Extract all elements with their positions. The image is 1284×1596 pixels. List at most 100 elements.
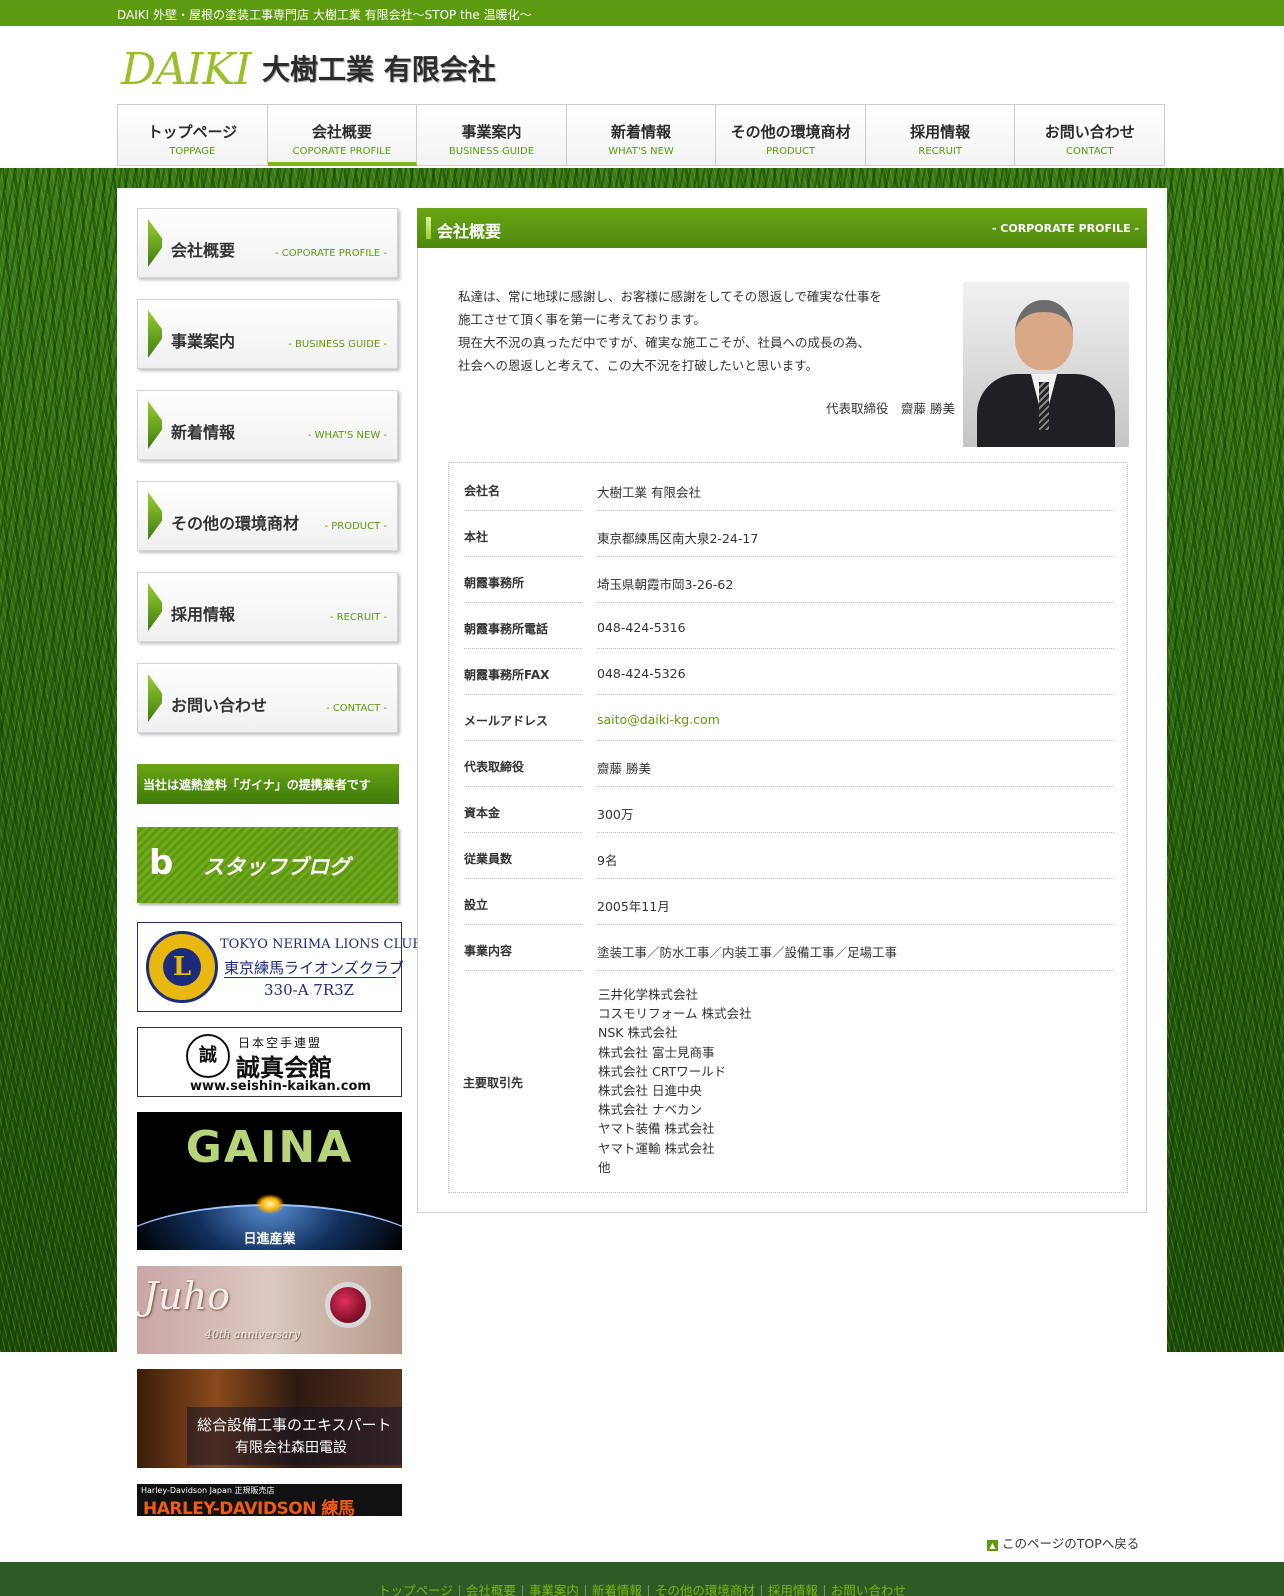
row-label: 事業内容 [464,925,581,971]
row-label: 代表取締役 [464,741,581,787]
lions-logo-icon: L [146,931,218,1003]
sidebar-item-sublabel: - RECRUIT - [329,612,387,623]
lions-district: 330-A 7R3Z [264,981,355,999]
gnav-sublabel: RECRUIT [918,146,962,157]
message-line: 現在大不況の真っただ中ですが、確実な施工こそが、社員への成長の為、 [458,335,871,350]
row-value: 9名 [597,833,1114,879]
footer-nav: トップページ 会社概要 事業案内 新着情報 その他の環境商材 採用情報 お問い合わせ [0,1583,1284,1596]
table-row: 代表取締役 齋藤 勝美 [464,741,1114,787]
gnav-item-product[interactable]: その他の環境商材 PRODUCT [716,104,866,166]
list-item: 三井化学株式会社 [598,987,699,1002]
arrow-icon [148,674,162,722]
gnav-item-news[interactable]: 新着情報 WHAT'S NEW [566,104,717,166]
row-label: 会社名 [464,465,581,511]
blog-icon: b [149,843,174,883]
gnav-label: 採用情報 [910,123,971,141]
gnav-item-company[interactable]: 会社概要 COPORATE PROFILE [267,104,418,166]
gnav-sublabel: BUSINESS GUIDE [448,146,535,157]
list-item: NSK 株式会社 [598,1025,678,1041]
sidebar-item-sublabel: - WHAT'S NEW - [307,430,387,441]
table-row: 朝霞事務所FAX 048-424-5326 [464,649,1114,695]
juho-banner[interactable]: Juho 40th anniversary [137,1266,402,1354]
sidebar-item-sublabel: - CONTACT - [326,703,387,714]
sidebar-item-company[interactable]: 会社概要 - COPORATE PROFILE - [137,208,398,278]
page-title-en: - CORPORATE PROFILE - [991,222,1139,235]
sidebar-item-sublabel: - PRODUCT - [324,521,387,532]
email-link[interactable]: saito@daiki-kg.com [597,695,1114,741]
table-row: 資本金 300万 [464,787,1114,833]
harley-davidson-banner[interactable]: Harley-Davidson Japan 正規販売店 HARLEY-DAVID… [137,1484,402,1516]
arrow-icon [148,310,162,358]
seishin-name: 誠真会館 [236,1054,332,1082]
staff-blog-banner[interactable]: b スタッフブログ [137,827,398,903]
portrait-tie [1039,382,1049,430]
row-value: 048-424-5326 [597,649,1114,695]
table-row: メールアドレス saito@daiki-kg.com [464,695,1114,741]
clients-label: 主要取引先 [463,1076,524,1090]
president-signature: 代表取締役 齋藤 勝美 [826,401,955,416]
row-label: 朝霞事務所電話 [464,603,581,649]
sidebar-item-news[interactable]: 新着情報 - WHAT'S NEW - [137,390,398,460]
table-row: 朝霞事務所電話 048-424-5316 [464,603,1114,649]
gnav-item-recruit[interactable]: 採用情報 RECRUIT [865,104,1016,166]
top-bar: DAIKI 外壁・屋根の塗装工事専門店 大樹工業 有限会社〜STOP the 温… [0,0,1284,26]
page-title: 会社概要 [437,222,502,241]
gnav-item-top[interactable]: トップページ TOPPAGE [118,104,268,166]
sidebar-item-label: 新着情報 [171,423,236,442]
gnav-sublabel: TOPPAGE [169,146,216,157]
ruby-ring-image [325,1282,371,1328]
list-item: ヤマト装備 株式会社 [598,1121,715,1137]
page-top-label: このページのTOPへ戻る [1002,1536,1140,1551]
morita-densetsu-banner[interactable]: 総合設備工事のエキスパート 有限会社森田電設 [137,1369,402,1468]
gnav-label: お問い合わせ [1044,123,1135,141]
footer: トップページ 会社概要 事業案内 新着情報 その他の環境商材 採用情報 お問い合わせ [0,1562,1284,1596]
sidebar-item-recruit[interactable]: 採用情報 - RECRUIT - [137,572,398,642]
row-value: 塗装工事／防水工事／内装工事／設備工事／足場工事 [597,925,1114,971]
gnav-item-contact[interactable]: お問い合わせ CONTACT [1015,104,1166,166]
harley-wordmark: HARLEY-DAVIDSON 練馬 [143,1499,355,1516]
header-mark-icon [426,217,431,239]
company-info-table: 会社名 大樹工業 有限会社 本社 東京都練馬区南大泉2-24-17 朝霞事務所 … [448,462,1128,1193]
arrow-icon [148,219,162,267]
gnav-item-business[interactable]: 事業案内 BUSINESS GUIDE [417,104,567,166]
row-label: メールアドレス [464,695,581,741]
row-label: 朝霞事務所FAX [464,649,581,695]
gaina-wordmark: GAINA [185,1122,354,1173]
message-line: 施工させて頂く事を第一に考えております。 [458,312,706,327]
lions-logo-letter: L [163,948,201,986]
lions-divider [224,977,396,978]
arrow-icon [148,583,162,631]
row-value: 齋藤 勝美 [597,741,1114,787]
seishin-kaikan-banner[interactable]: 誠 日本空手連盟 誠真会館 www.seishin-kaikan.com [137,1027,402,1097]
sidebar-item-product[interactable]: その他の環境商材 - PRODUCT - [137,481,398,551]
gaina-partner-banner[interactable]: 当社は遮熱塗料「ガイナ」の提携業者です [137,764,399,804]
gaina-ad-banner[interactable]: GAINA 日進産業 [137,1112,402,1250]
row-value: 大樹工業 有限会社 [597,465,1114,511]
footer-link-news[interactable]: 新着情報 [586,1584,649,1596]
portrait-face [1015,300,1073,370]
juho-anniversary: 40th anniversary [205,1328,300,1341]
footer-link-product[interactable]: その他の環境商材 [649,1584,762,1596]
page-top-link[interactable]: ▲ このページのTOPへ戻る [987,1533,1139,1552]
gnav-label: トップページ [147,123,238,141]
arrow-icon [148,492,162,540]
footer-link-recruit[interactable]: 採用情報 [762,1584,825,1596]
sidebar-item-contact[interactable]: お問い合わせ - CONTACT - [137,663,398,733]
footer-link-company[interactable]: 会社概要 [460,1584,523,1596]
sidebar-item-label: 事業案内 [171,332,236,351]
table-row: 事業内容 塗装工事／防水工事／内装工事／設備工事／足場工事 [464,925,1114,971]
sidebar-item-business[interactable]: 事業案内 - BUSINESS GUIDE - [137,299,398,369]
list-item: コスモリフォーム 株式会社 [598,1006,752,1022]
daiki-logo[interactable]: DAIKI [117,38,252,95]
footer-link-contact[interactable]: お問い合わせ [825,1584,912,1596]
lions-club-banner[interactable]: L TOKYO NERIMA LIONS CLUB 東京練馬ライオンズクラブ 3… [137,922,422,1012]
gnav-label: 会社概要 [311,123,372,141]
footer-link-top[interactable]: トップページ [372,1584,460,1596]
gnav-sublabel: COPORATE PROFILE [292,146,392,157]
lions-name-ja: 東京練馬ライオンズクラブ [224,959,404,977]
list-item: 株式会社 日進中央 [598,1083,702,1099]
section-header: 会社概要 - CORPORATE PROFILE - [417,208,1147,248]
footer-link-business[interactable]: 事業案内 [523,1584,586,1596]
row-label: 従業員数 [464,833,581,879]
gnav-sublabel: CONTACT [1066,146,1114,157]
